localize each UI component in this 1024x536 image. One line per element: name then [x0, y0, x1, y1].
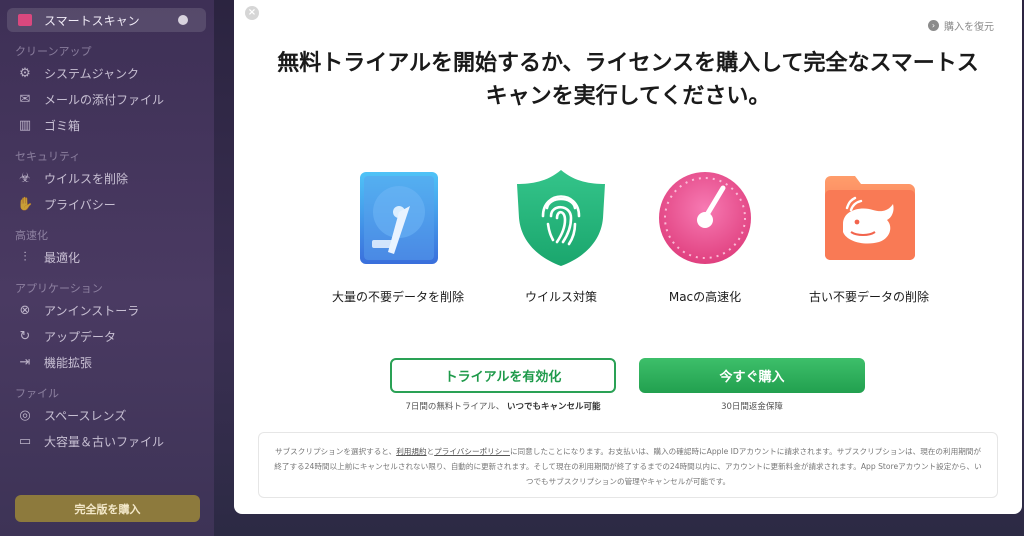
sidebar-item-extensions[interactable]: ⇥ 機能拡張 [17, 353, 92, 371]
sidebar-item-label: スマートスキャン [44, 13, 140, 28]
feature-remove-old-data: 古い不要データの削除 [789, 168, 949, 304]
sidebar-item-large-old-files[interactable]: ▭ 大容量＆古いファイル [17, 432, 164, 450]
trash-icon: ▥ [18, 117, 32, 133]
system-junk-icon: ⚙ [19, 65, 31, 81]
sidebar-item-mail-attachments[interactable]: ✉ メールの添付ファイル [17, 90, 164, 108]
money-back-note: 30日間返金保障 [721, 402, 783, 412]
sidebar-item-label: スペースレンズ [44, 408, 127, 423]
feature-speed-up-mac: Macの高速化 [625, 168, 785, 304]
subscription-terms: サブスクリプションを選択すると、利用規約とプライバシーポリシーに同意したことにな… [258, 432, 998, 498]
sidebar-item-system-junk[interactable]: ⚙ システムジャンク [17, 64, 139, 82]
sidebar-item-label: プライバシー [44, 197, 116, 212]
speedometer-icon [657, 168, 753, 268]
feature-label: Macの高速化 [668, 290, 742, 304]
sidebar-item-label: 最適化 [44, 250, 81, 265]
section-header-applications: アプリケーション [15, 282, 103, 295]
sidebar-item-privacy[interactable]: ✋ プライバシー [17, 195, 116, 213]
sidebar-item-remove-virus[interactable]: ☣ ウイルスを削除 [17, 169, 128, 187]
trial-note-bold: いつでもキャンセル可能 [507, 402, 601, 412]
buy-now-button[interactable]: 今すぐ購入 [639, 358, 865, 393]
sidebar-item-updater[interactable]: ↻ アップデータ [17, 327, 116, 345]
sidebar-item-label: システムジャンク [44, 66, 140, 81]
folder-icon: ▭ [18, 433, 32, 449]
sidebar-item-label: ゴミ箱 [44, 118, 81, 133]
activate-trial-button[interactable]: トライアルを有効化 [390, 358, 616, 393]
headline: 無料トライアルを開始するか、ライセンスを購入して完全なスマートスキャンを実行して… [277, 51, 979, 109]
trial-note-text: 7日間の無料トライアル、 [405, 402, 505, 412]
restore-purchase-link[interactable]: › 購入を復元 [928, 18, 994, 33]
whale-folder-icon [821, 168, 917, 268]
sidebar-item-label: 機能拡張 [44, 355, 93, 370]
space-lens-icon: ◎ [19, 407, 31, 423]
sidebar-item-label: アップデータ [44, 329, 117, 344]
section-header-cleanup: クリーンアップ [15, 45, 92, 58]
close-icon[interactable]: × [245, 6, 259, 20]
buy-full-version-button[interactable]: 完全版を購入 [15, 495, 200, 522]
terms-text-1: サブスクリプションを選択すると、 [275, 447, 397, 456]
hand-icon: ✋ [17, 196, 34, 212]
sidebar-item-label: ウイルスを削除 [44, 171, 129, 186]
sidebar-item-uninstaller[interactable]: ⊗ アンインストーラ [17, 301, 140, 319]
feature-label: 大量の不要データを削除 [331, 290, 464, 304]
sidebar-item-trash[interactable]: ▥ ゴミ箱 [17, 116, 80, 134]
section-header-security: セキュリティ [15, 150, 81, 163]
sidebar-item-label: メールの添付ファイル [44, 92, 165, 107]
purchase-modal: × › 購入を復元 無料トライアルを開始するか、ライセンスを購入して完全なスマー… [234, 0, 1022, 514]
section-header-speed: 高速化 [15, 229, 48, 242]
feature-remove-junk: 大量の不要データを削除 [318, 168, 478, 304]
monitor-icon [18, 14, 32, 26]
privacy-policy-link[interactable]: プライバシーポリシー [434, 447, 510, 456]
sidebar-item-label: 大容量＆古いファイル [44, 434, 165, 449]
terms-of-use-link[interactable]: 利用規約 [396, 447, 426, 456]
sliders-icon: ⫶ [23, 249, 27, 265]
section-header-files: ファイル [15, 387, 59, 400]
sidebar-item-space-lens[interactable]: ◎ スペースレンズ [17, 406, 126, 424]
restore-purchase-label: 購入を復元 [944, 22, 994, 33]
arrow-right-circle-icon: › [928, 20, 939, 31]
fingerprint-shield-icon [513, 168, 609, 268]
feature-label: ウイルス対策 [524, 290, 597, 304]
biohazard-icon: ☣ [19, 170, 31, 186]
feature-antivirus: ウイルス対策 [481, 168, 641, 304]
uninstaller-icon: ⊗ [19, 302, 31, 318]
feature-label: 古い不要データの削除 [808, 290, 929, 304]
sidebar-item-smart-scan[interactable]: スマートスキャン [7, 8, 206, 32]
hard-drive-icon [350, 168, 446, 268]
mail-icon: ✉ [19, 91, 31, 107]
updater-icon: ↻ [19, 328, 31, 344]
status-dot [178, 15, 188, 25]
sidebar-item-label: アンインストーラ [44, 303, 140, 318]
sidebar-item-optimization[interactable]: ⫶ 最適化 [17, 248, 80, 266]
trial-note: 7日間の無料トライアル、 いつでもキャンセル可能 [364, 400, 642, 412]
extensions-icon: ⇥ [19, 354, 31, 370]
sidebar: スマートスキャン クリーンアップ ⚙ システムジャンク ✉ メールの添付ファイル… [0, 0, 214, 536]
